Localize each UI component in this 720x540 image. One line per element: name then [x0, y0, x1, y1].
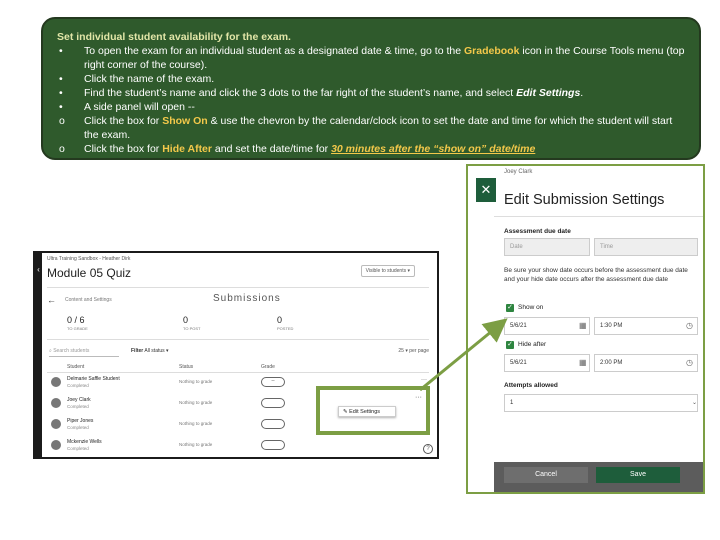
due-date-label: Assessment due date	[504, 228, 571, 235]
instruction-text: Find the student’s name and click the 3 …	[84, 87, 584, 99]
edit-settings-panel: Joey Clark ✕ Edit Submission Settings As…	[466, 164, 705, 494]
bullet: •	[59, 45, 63, 57]
avatar	[51, 398, 61, 408]
instruction-item: • Click the name of the exam.	[57, 72, 689, 86]
instruction-text: A side panel will open --	[84, 101, 195, 113]
grade-status: Nothing to grade	[179, 379, 213, 384]
calendar-icon[interactable]: ▦	[579, 321, 587, 330]
grade-pill[interactable]	[261, 440, 285, 450]
hide-after-checkbox[interactable]: ✓	[506, 341, 514, 349]
panel-title: Edit Submission Settings	[504, 192, 665, 208]
hide-after-time-input[interactable]: 2:00 PM	[594, 354, 698, 372]
show-on-label: Show on	[518, 304, 544, 311]
close-icon[interactable]: ‹	[35, 263, 42, 277]
bullet: •	[59, 101, 63, 113]
instruction-panel: Set individual student availability for …	[41, 17, 701, 160]
date-note: Be sure your show date occurs before the…	[504, 267, 688, 283]
instruction-item: • To open the exam for an individual stu…	[57, 44, 689, 72]
instruction-title: Set individual student availability for …	[57, 31, 291, 43]
attempts-select[interactable]: 1	[504, 394, 698, 412]
instruction-item: o Click the box for Hide After and set t…	[57, 142, 689, 156]
stat-to-grade: 0 / 6 TO GRADE	[67, 315, 88, 331]
edit-settings-callout: ··· ✎ Edit Settings	[316, 386, 430, 435]
due-date-input[interactable]: Date	[504, 238, 590, 256]
close-icon[interactable]: ✕	[476, 178, 496, 202]
grade-status: Nothing to grade	[179, 442, 213, 447]
help-icon[interactable]: ?	[423, 444, 433, 454]
bullet: o	[59, 115, 65, 127]
column-header[interactable]: Grade	[261, 364, 275, 370]
divider	[47, 287, 429, 288]
pencil-icon: ✎	[343, 409, 348, 415]
clock-icon[interactable]: ◷	[686, 358, 693, 367]
instruction-text: To open the exam for an individual stude…	[84, 45, 685, 71]
grade-pill[interactable]: --	[261, 377, 285, 387]
avatar	[51, 419, 61, 429]
course-breadcrumb[interactable]: Ultra Training Sandbox - Heather Dirk	[47, 256, 130, 262]
more-options-icon[interactable]: ···	[415, 394, 422, 401]
hide-after-label: Hide after	[518, 341, 547, 348]
divider	[47, 372, 429, 373]
stat-posted: 0 POSTED	[277, 315, 294, 331]
calendar-icon[interactable]: ▦	[579, 358, 587, 367]
per-page-select[interactable]: 25 ▾ per page	[398, 348, 429, 354]
avatar	[51, 440, 61, 450]
bullet: •	[59, 87, 63, 99]
instruction-item: • Find the student’s name and click the …	[57, 86, 689, 100]
submission-status: Completed	[67, 425, 89, 430]
search-input[interactable]: ⌕ Search students	[49, 348, 119, 357]
more-options-icon[interactable]: ···	[421, 377, 427, 383]
grade-status: Nothing to grade	[179, 421, 213, 426]
show-on-date-input[interactable]: 5/6/21	[504, 317, 590, 335]
submission-status: Completed	[67, 404, 89, 409]
instruction-text: Click the box for Show On & use the chev…	[84, 115, 673, 141]
instruction-text: Click the name of the exam.	[84, 73, 215, 85]
instruction-text: Click the box for Hide After and set the…	[84, 143, 536, 155]
avatar	[51, 377, 61, 387]
save-button[interactable]: Save	[596, 467, 680, 483]
student-name: Joey Clark	[504, 169, 533, 175]
grade-pill[interactable]	[261, 419, 285, 429]
search-icon: ⌕	[49, 348, 52, 354]
student-name[interactable]: Piper Jones	[67, 418, 93, 424]
table-row[interactable]: Mckenzie Wells Completed Nothing to grad…	[49, 438, 437, 457]
content-settings-link[interactable]: Content and Settings	[65, 297, 112, 303]
due-time-input[interactable]: Time	[594, 238, 698, 256]
instruction-item: o Click the box for Show On & use the ch…	[57, 114, 689, 142]
student-name[interactable]: Delmarie Saffle Student	[67, 376, 120, 382]
cancel-button[interactable]: Cancel	[504, 467, 588, 483]
student-name[interactable]: Joey Clark	[67, 397, 91, 403]
divider	[47, 339, 429, 340]
submission-status: Completed	[67, 383, 89, 388]
clock-icon[interactable]: ◷	[686, 321, 693, 330]
submissions-heading: Submissions	[213, 293, 281, 304]
column-header[interactable]: Status	[179, 364, 193, 370]
edit-settings-menu-item[interactable]: ✎ Edit Settings	[338, 406, 396, 417]
column-header[interactable]: Student	[67, 364, 84, 370]
visibility-dropdown[interactable]: Visible to students ▾	[360, 265, 415, 277]
submission-status: Completed	[67, 446, 89, 451]
show-on-checkbox[interactable]: ✓	[506, 304, 514, 312]
status-filter[interactable]: Filter All status ▾	[131, 348, 169, 354]
student-name[interactable]: Mckenzie Wells	[67, 439, 102, 445]
bullet: o	[59, 143, 65, 155]
back-arrow-icon[interactable]: ←	[47, 295, 56, 305]
left-rail	[35, 253, 42, 457]
stat-to-post: 0 TO POST	[183, 315, 201, 331]
bullet: •	[59, 73, 63, 85]
hide-after-date-input[interactable]: 5/6/21	[504, 354, 590, 372]
chevron-down-icon[interactable]: ⌄	[692, 399, 697, 406]
divider	[494, 216, 703, 217]
instruction-item: • A side panel will open --	[57, 100, 689, 114]
grade-pill[interactable]	[261, 398, 285, 408]
show-on-time-input[interactable]: 1:30 PM	[594, 317, 698, 335]
quiz-title: Module 05 Quiz	[47, 266, 132, 280]
attempts-label: Attempts allowed	[504, 382, 558, 389]
grade-status: Nothing to grade	[179, 400, 213, 405]
